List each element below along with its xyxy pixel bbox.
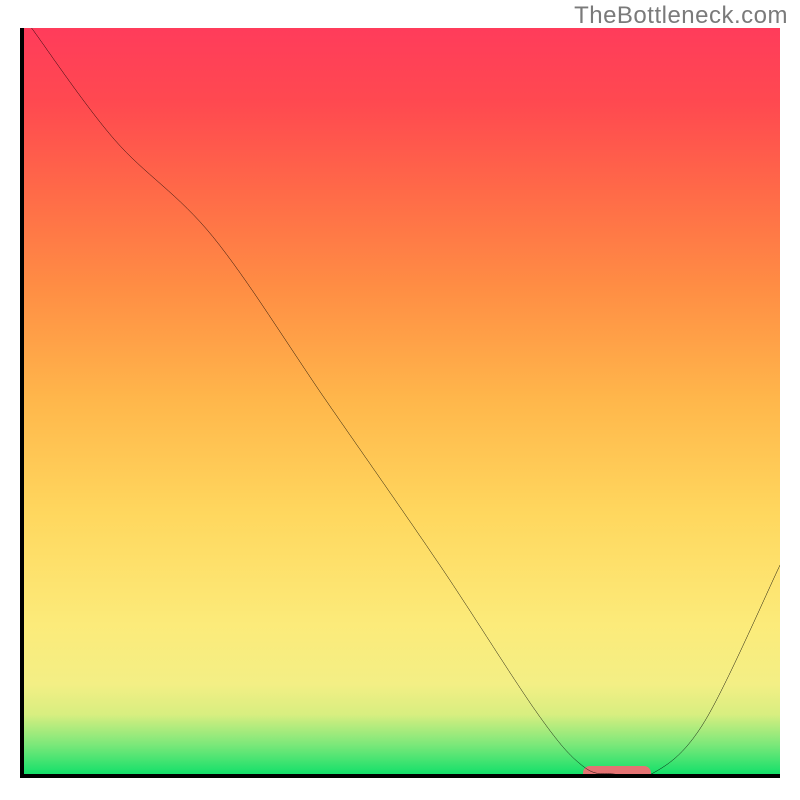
curve-path [32,28,780,774]
optimal-range-marker [583,766,651,778]
chart-container: TheBottleneck.com [0,0,800,800]
bottleneck-curve [24,28,780,774]
watermark-label: TheBottleneck.com [574,2,788,30]
plot-area [20,28,780,778]
